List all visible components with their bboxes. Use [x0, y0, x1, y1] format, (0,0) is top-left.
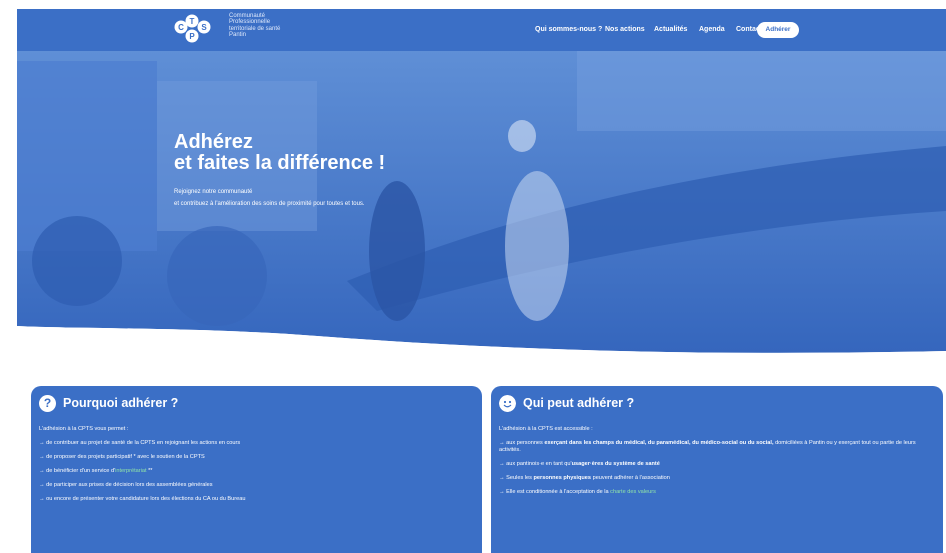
- logo-letter-c: C: [178, 23, 184, 32]
- question-icon: ?: [39, 395, 56, 412]
- list-item: → aux pantinois·e en tant qu'usager·ères…: [499, 461, 934, 468]
- hero-banner: Adhérez et faites la différence ! Rejoig…: [17, 51, 946, 356]
- list-item-suffix: **: [146, 468, 153, 474]
- list-item: → ou encore de présenter votre candidatu…: [39, 496, 246, 502]
- list-item: → aux personnes exerçant dans les champs…: [499, 440, 934, 454]
- pourquoi-adherer-card: ? Pourquoi adhérer ? L'adhésion à la CPT…: [31, 386, 482, 553]
- hero-person-shape: [505, 171, 569, 321]
- hero-title-line1: Adhérez: [174, 131, 253, 153]
- hero-building-shape: [577, 51, 946, 131]
- card-body: L'adhésion à la CPTS vous permet : → de …: [39, 426, 474, 510]
- card-title: Pourquoi adhérer ?: [63, 396, 179, 410]
- nav-item-qui-sommes-nous[interactable]: Qui sommes-nous ?: [535, 26, 602, 33]
- list-item: → Elle est conditionnée à l'acceptation …: [499, 489, 934, 496]
- hero-tree-shape: [167, 226, 267, 326]
- list-item: → Seules les personnes physiques peuvent…: [499, 475, 934, 482]
- list-item-text: → de bénéficier d'un service d': [39, 468, 116, 474]
- logo-text-line: Pantin: [229, 32, 247, 39]
- list-item: → de proposer des projets participatif *…: [39, 454, 205, 460]
- charte-des-valeurs-link[interactable]: charte des valeurs: [610, 489, 656, 495]
- hero-person-head-shape: [508, 120, 536, 152]
- list-item-text: peuvent adhérer à l'association: [591, 475, 670, 481]
- logo-letter-t: T: [190, 17, 195, 26]
- site-header: C T P S Communauté Professionnelle terri…: [17, 9, 946, 51]
- hero-subtitle-line1: Rejoignez notre communauté: [174, 189, 253, 195]
- list-item-bold: exerçant dans les champs du médical, du …: [544, 440, 774, 446]
- hero-person-shape: [369, 181, 425, 321]
- logo-letter-p: P: [189, 32, 195, 41]
- list-item-text: → aux pantinois·e en tant qu': [499, 461, 572, 467]
- card-intro: L'adhésion à la CPTS est accessible :: [499, 426, 593, 432]
- interpretariat-link[interactable]: interprétariat: [115, 468, 146, 474]
- qui-peut-adherer-card: Qui peut adhérer ? L'adhésion à la CPTS …: [491, 386, 943, 553]
- list-item-bold: personnes physiques: [533, 475, 592, 481]
- list-item: → de contribuer au projet de santé de la…: [39, 440, 241, 446]
- logo-text: Communauté Professionnelle territoriale …: [229, 13, 280, 39]
- smile-icon: [499, 395, 516, 412]
- nav-item-nos-actions[interactable]: Nos actions: [605, 26, 645, 33]
- list-item-text: → Seules les: [499, 475, 534, 481]
- nav-item-agenda[interactable]: Agenda: [699, 26, 725, 33]
- hero-subtitle: Rejoignez notre communauté et contribuez…: [174, 186, 365, 210]
- hero-tree-shape: [32, 216, 122, 306]
- logo-letter-s: S: [201, 23, 207, 32]
- list-item-text: → aux personnes: [499, 440, 545, 446]
- nav-item-actualites[interactable]: Actualités: [654, 26, 687, 33]
- card-title: Qui peut adhérer ?: [523, 396, 635, 410]
- hero-title: Adhérez et faites la différence !: [174, 132, 385, 174]
- card-body: L'adhésion à la CPTS est accessible : → …: [499, 426, 934, 503]
- list-item: → de bénéficier d'un service d'interprét…: [39, 468, 474, 475]
- list-item-bold: usager·ères du système de santé: [571, 461, 660, 467]
- hero-title-line2: et faites la différence !: [174, 152, 386, 174]
- adherer-button[interactable]: Adhérer: [757, 22, 799, 38]
- card-intro: L'adhésion à la CPTS vous permet :: [39, 426, 129, 432]
- list-item-text: → Elle est conditionnée à l'acceptation …: [499, 489, 611, 495]
- list-item: → de participer aux prises de décision l…: [39, 482, 213, 488]
- hero-background-photo: [17, 51, 946, 356]
- hero-subtitle-line2: et contribuez à l'amélioration des soins…: [174, 201, 365, 207]
